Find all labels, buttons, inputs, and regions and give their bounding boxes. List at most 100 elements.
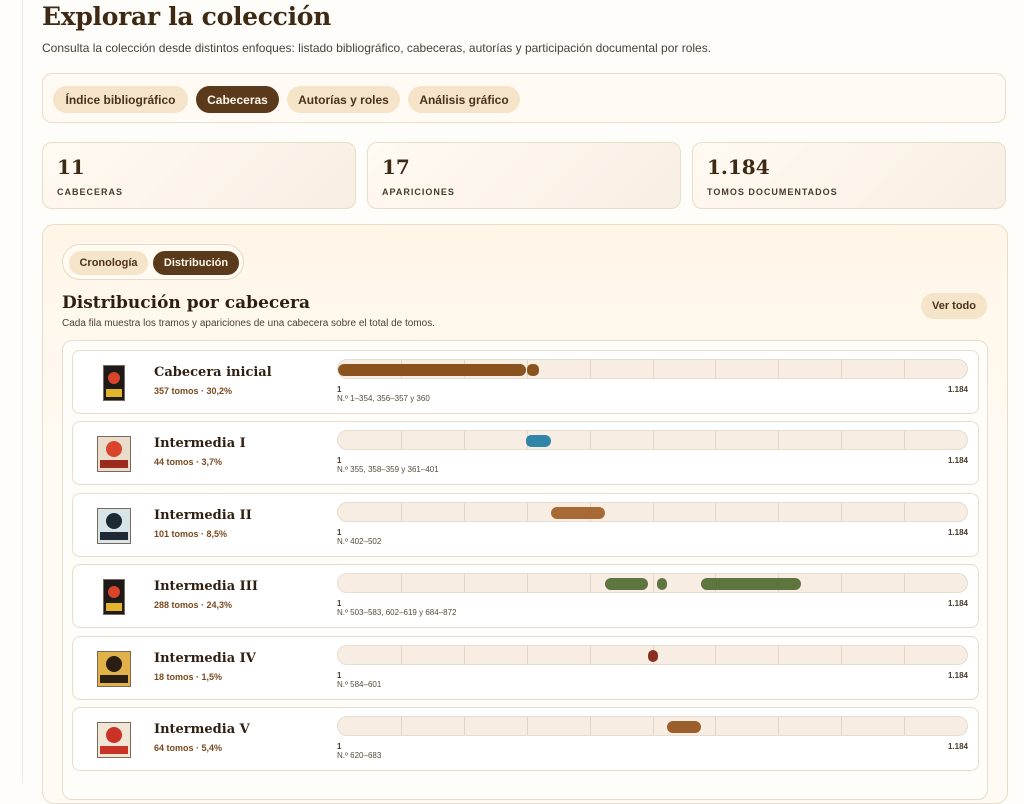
track-gridline bbox=[400, 503, 402, 521]
stat-value: 11 bbox=[57, 155, 85, 179]
track-gridline bbox=[778, 431, 780, 449]
distribution-panel: Cronología Distribución Distribución por… bbox=[42, 224, 1008, 804]
distribution-row[interactable]: Intermedia I 44 tomos · 3,7% 1 1.184 N.º 355… bbox=[72, 421, 979, 485]
track-gridline bbox=[841, 503, 843, 521]
axis-max-label: 1.184 bbox=[947, 671, 968, 680]
track-gridline bbox=[463, 717, 465, 735]
stat-value: 1.184 bbox=[707, 155, 770, 179]
tab-analisis-grafico[interactable]: Análisis gráfico bbox=[408, 86, 520, 113]
range-segment[interactable] bbox=[338, 364, 527, 376]
track-gridline bbox=[715, 646, 717, 664]
tab-cabeceras[interactable]: Cabeceras bbox=[196, 86, 279, 113]
track-gridline bbox=[526, 646, 528, 664]
track-gridline bbox=[526, 503, 528, 521]
track-gridline bbox=[526, 574, 528, 592]
track-gridline bbox=[841, 717, 843, 735]
axis-max-label: 1.184 bbox=[947, 456, 968, 465]
track-gridline bbox=[589, 646, 591, 664]
track-gridline bbox=[841, 431, 843, 449]
track-gridline bbox=[715, 503, 717, 521]
range-track bbox=[337, 573, 968, 593]
row-title: Intermedia V bbox=[154, 722, 250, 737]
track-gridline bbox=[589, 717, 591, 735]
track-gridline bbox=[652, 503, 654, 521]
tab-indice-bibliografico[interactable]: Índice bibliográfico bbox=[53, 86, 188, 113]
range-segment[interactable] bbox=[700, 578, 802, 590]
range-segment[interactable] bbox=[647, 650, 658, 662]
track-gridline bbox=[904, 574, 906, 592]
track-gridline bbox=[841, 360, 843, 378]
range-segment[interactable] bbox=[528, 364, 539, 376]
axis-min-label: 1 bbox=[337, 742, 342, 751]
distribution-row[interactable]: Intermedia V 64 tomos · 5,4% 1 1.184 N.º 620… bbox=[72, 707, 979, 771]
page-subtitle: Consulta la colección desde distintos en… bbox=[42, 41, 712, 55]
axis-max-label: 1.184 bbox=[947, 599, 968, 608]
range-track bbox=[337, 645, 968, 665]
row-count: 64 tomos · 5,4% bbox=[154, 743, 223, 753]
axis-min-label: 1 bbox=[337, 528, 342, 537]
cover-thumbnail-icon bbox=[97, 508, 131, 544]
row-title: Cabecera inicial bbox=[154, 365, 272, 380]
track-gridline bbox=[778, 717, 780, 735]
axis-min-label: 1 bbox=[337, 671, 342, 680]
track-gridline bbox=[904, 360, 906, 378]
track-gridline bbox=[904, 717, 906, 735]
row-ranges: N.º 620–683 bbox=[337, 751, 382, 760]
track-gridline bbox=[463, 646, 465, 664]
stat-card-tomos: 1.184 TOMOS DOCUMENTADOS bbox=[692, 142, 1006, 209]
track-gridline bbox=[400, 574, 402, 592]
track-gridline bbox=[589, 431, 591, 449]
tab-autorias-y-roles[interactable]: Autorías y roles bbox=[287, 86, 400, 113]
stat-card-apariciones: 17 APARICIONES bbox=[367, 142, 681, 209]
cover-thumbnail-icon bbox=[97, 579, 131, 615]
track-gridline bbox=[652, 574, 654, 592]
track-gridline bbox=[463, 431, 465, 449]
stat-value: 17 bbox=[382, 155, 410, 179]
range-segment[interactable] bbox=[529, 435, 552, 447]
distribution-row[interactable]: Intermedia IV 18 tomos · 1,5% 1 1.184 N.º 58… bbox=[72, 636, 979, 700]
row-title: Intermedia III bbox=[154, 579, 258, 594]
track-gridline bbox=[715, 717, 717, 735]
track-gridline bbox=[904, 503, 906, 521]
range-segment[interactable] bbox=[551, 507, 605, 519]
distribution-list: Cabecera inicial 357 tomos · 30,2% 1 1.184 N… bbox=[62, 340, 988, 800]
row-count: 18 tomos · 1,5% bbox=[154, 672, 223, 682]
row-ranges: N.º 402–502 bbox=[337, 537, 382, 546]
tab-cronologia[interactable]: Cronología bbox=[69, 251, 148, 275]
range-segment[interactable] bbox=[604, 578, 648, 590]
row-ranges: N.º 503–583, 602–619 y 684–872 bbox=[337, 608, 457, 617]
track-gridline bbox=[715, 360, 717, 378]
page-border bbox=[22, 0, 23, 783]
track-gridline bbox=[526, 717, 528, 735]
distribution-row[interactable]: Intermedia II 101 tomos · 8,5% 1 1.184 N.º 4… bbox=[72, 493, 979, 557]
row-ranges: N.º 584–601 bbox=[337, 680, 382, 689]
range-track bbox=[337, 359, 968, 379]
section-subtitle: Cada fila muestra los tramos y aparicion… bbox=[62, 318, 435, 329]
track-gridline bbox=[904, 431, 906, 449]
track-gridline bbox=[652, 717, 654, 735]
range-segment[interactable] bbox=[666, 721, 701, 733]
track-gridline bbox=[778, 646, 780, 664]
row-count: 357 tomos · 30,2% bbox=[154, 386, 233, 396]
track-gridline bbox=[652, 431, 654, 449]
axis-min-label: 1 bbox=[337, 385, 342, 394]
track-gridline bbox=[589, 574, 591, 592]
row-count: 44 tomos · 3,7% bbox=[154, 457, 223, 467]
axis-max-label: 1.184 bbox=[947, 742, 968, 751]
distribution-row[interactable]: Intermedia III 288 tomos · 24,3% 1 1.184 N.º… bbox=[72, 564, 979, 628]
subview-tabs: Cronología Distribución bbox=[62, 244, 244, 280]
row-count: 288 tomos · 24,3% bbox=[154, 600, 233, 610]
cover-thumbnail-icon bbox=[97, 651, 131, 687]
range-segment[interactable] bbox=[657, 578, 668, 590]
distribution-row[interactable]: Cabecera inicial 357 tomos · 30,2% 1 1.184 N… bbox=[72, 350, 979, 414]
axis-min-label: 1 bbox=[337, 456, 342, 465]
track-gridline bbox=[400, 431, 402, 449]
range-track bbox=[337, 502, 968, 522]
stat-label: CABECERAS bbox=[57, 187, 124, 197]
row-count: 101 tomos · 8,5% bbox=[154, 529, 228, 539]
see-all-button[interactable]: Ver todo bbox=[921, 293, 987, 319]
tab-distribucion[interactable]: Distribución bbox=[153, 251, 239, 275]
track-gridline bbox=[589, 360, 591, 378]
track-gridline bbox=[904, 646, 906, 664]
row-ranges: N.º 355, 358–359 y 361–401 bbox=[337, 465, 439, 474]
